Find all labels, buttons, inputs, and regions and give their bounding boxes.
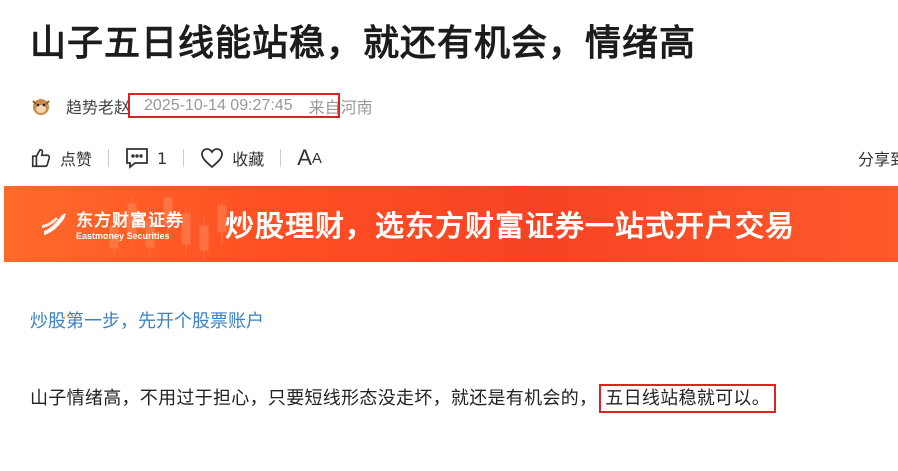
divider — [280, 149, 282, 167]
comment-count: 1 — [157, 148, 168, 168]
comment-icon — [125, 147, 149, 169]
ad-banner[interactable]: 东方财富证券 Eastmoney Securities 炒股理财，选东方财富证券… — [4, 186, 898, 262]
like-button[interactable]: 点赞 — [30, 146, 92, 170]
divider — [108, 149, 110, 167]
logo-cn: 东方财富证券 — [76, 211, 184, 231]
like-label: 点赞 — [60, 150, 93, 169]
heart-icon — [200, 147, 224, 169]
collect-label: 收藏 — [232, 150, 265, 169]
font-size-large: A — [297, 145, 312, 170]
collect-button[interactable]: 收藏 — [200, 146, 264, 170]
open-account-link[interactable]: 炒股第一步，先开个股票账户 — [30, 307, 264, 333]
comment-button[interactable]: 1 — [125, 147, 167, 169]
paragraph-text: 山子情绪高，不用过于担心，只要短线形态没走坏，就还是有机会的， — [30, 388, 598, 409]
author-name[interactable]: 趋势老赵 — [66, 94, 130, 118]
eastmoney-logo-icon — [42, 212, 66, 235]
article-paragraph: 山子情绪高，不用过于担心，只要短线形态没走坏，就还是有机会的， 五日线站稳就可以。 — [30, 384, 776, 413]
avatar[interactable] — [30, 95, 52, 117]
divider — [183, 149, 185, 167]
highlight-box-date — [128, 93, 340, 118]
font-size-small: A — [311, 149, 322, 167]
share-button[interactable]: 分享到 — [858, 146, 898, 170]
font-size-button[interactable]: AA — [297, 145, 322, 171]
highlighted-text: 五日线站稳就可以。 — [599, 384, 776, 413]
logo-en: Eastmoney Securities — [76, 231, 170, 241]
action-bar: 点赞 1 收藏 AA — [30, 142, 322, 174]
eastmoney-logo: 东方财富证券 Eastmoney Securities — [40, 206, 184, 241]
banner-slogan: 炒股理财，选东方财富证券一站式开户交易 — [225, 209, 796, 243]
article-title: 山子五日线能站稳，就还有机会，情绪高 — [30, 23, 697, 64]
thumbs-up-icon — [30, 147, 52, 169]
